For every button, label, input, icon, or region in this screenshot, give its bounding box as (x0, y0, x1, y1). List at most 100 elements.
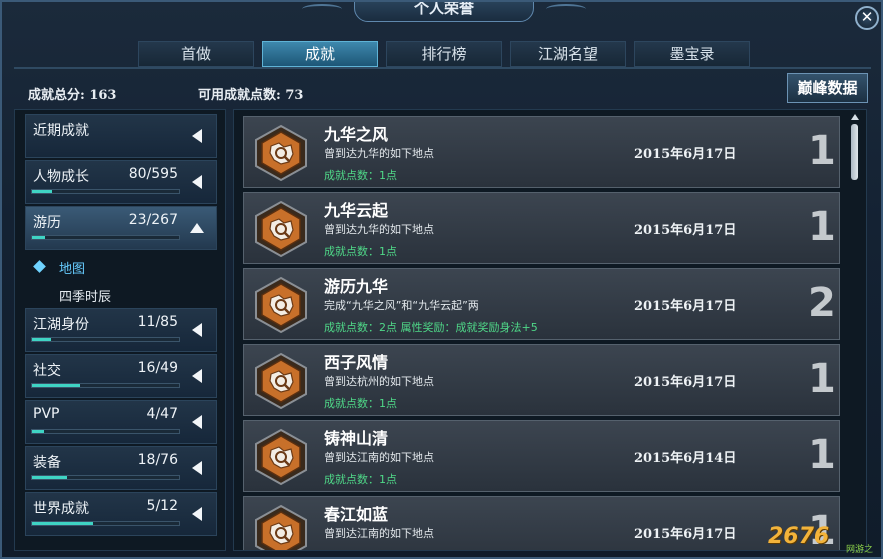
category-label: 装备 (33, 455, 61, 471)
achievement-name: 九华云起 (324, 201, 389, 220)
achievement-row[interactable]: 游历九华 完成“九华之风”和“九华云起”两 成就点数：2点 属性奖励：成就奖励身… (243, 268, 840, 340)
tab-calligraphy[interactable]: 墨宝录 (634, 41, 750, 67)
category-social[interactable]: 社交 16/49 (25, 354, 217, 398)
progress-fill (32, 430, 45, 433)
category-world[interactable]: 世界成就 5/12 (25, 492, 217, 536)
achievement-row[interactable]: 春江如蓝 曾到达江南的如下地点 2015年6月17日 1 (243, 496, 840, 550)
achievement-points: 成就点数：1点 (324, 245, 397, 258)
progress-fill (32, 384, 81, 387)
tab-leaderboard[interactable]: 排行榜 (386, 41, 502, 67)
achievement-points: 成就点数：2点 属性奖励：成就奖励身法+5 (324, 321, 538, 334)
peak-data-button[interactable]: 巅峰数据 (787, 73, 868, 103)
category-label: 社交 (33, 363, 61, 379)
total-score: 成就总分: 163 (28, 88, 117, 103)
achievement-date: 2015年6月17日 (634, 147, 737, 162)
achievement-name: 西子风情 (324, 353, 389, 372)
category-label: 近期成就 (33, 123, 89, 139)
achievement-badge-icon (253, 504, 309, 550)
category-count: 5/12 (146, 498, 178, 514)
achievement-name: 铸神山清 (324, 429, 389, 448)
expand-arrow-icon (192, 129, 202, 143)
achievement-badge-icon (253, 124, 309, 182)
expand-arrow-icon (192, 175, 202, 189)
title-ornament-left (302, 4, 342, 14)
achievement-badge-icon (253, 428, 309, 486)
achievement-date: 2015年6月17日 (634, 299, 737, 314)
achievement-name: 春江如蓝 (324, 505, 389, 524)
list-scrollbar[interactable] (849, 114, 861, 546)
achievement-date: 2015年6月17日 (634, 375, 737, 390)
category-label: 游历 (33, 215, 61, 231)
achievement-badge-icon (253, 276, 309, 334)
achievement-points-numeral: 1 (808, 128, 836, 174)
category-count: 16/49 (137, 360, 178, 376)
tab-achievements[interactable]: 成就 (262, 41, 378, 67)
achievement-desc: 曾到达江南的如下地点 (324, 451, 434, 464)
tab-divider (14, 67, 871, 69)
tab-first-kill[interactable]: 首做 (138, 41, 254, 67)
window-title: 个人荣誉 (354, 2, 534, 22)
selected-diamond-icon (33, 260, 46, 273)
progress-fill (32, 190, 52, 193)
progress-bar (31, 337, 180, 342)
category-count: 18/76 (137, 452, 178, 468)
category-label: PVP (33, 406, 60, 422)
category-recent[interactable]: 近期成就 (25, 114, 217, 158)
progress-bar (31, 383, 180, 388)
subcategory-map[interactable]: 地图 (59, 258, 85, 277)
progress-bar (31, 475, 180, 480)
category-count: 23/267 (128, 212, 178, 228)
achievement-points: 成就点数：1点 (324, 397, 397, 410)
achievement-desc: 曾到达杭州的如下地点 (324, 375, 434, 388)
achievement-points-numeral: 1 (808, 356, 836, 402)
category-sidebar: 近期成就 人物成长 80/595 游历 23/267 地图 四季时辰 江湖身份 … (14, 109, 226, 551)
expand-arrow-icon (192, 369, 202, 383)
achievement-date: 2015年6月17日 (634, 527, 737, 542)
site-watermark-logo: 2676 (768, 524, 830, 549)
achievement-points-numeral: 2 (808, 280, 836, 326)
achievement-points-numeral: 1 (808, 432, 836, 478)
site-watermark-caption: 网游之家 (846, 545, 874, 555)
category-count: 4/47 (146, 406, 178, 422)
achievement-row[interactable]: 西子风情 曾到达杭州的如下地点 成就点数：1点 2015年6月17日 1 (243, 344, 840, 416)
achievement-date: 2015年6月14日 (634, 451, 737, 466)
achievement-desc: 曾到达江南的如下地点 (324, 527, 434, 540)
progress-bar (31, 521, 180, 526)
category-equipment[interactable]: 装备 18/76 (25, 446, 217, 490)
achievement-badge-icon (253, 352, 309, 410)
collapse-arrow-icon (190, 223, 204, 233)
achievement-row[interactable]: 铸神山清 曾到达江南的如下地点 成就点数：1点 2015年6月14日 1 (243, 420, 840, 492)
category-pvp[interactable]: PVP 4/47 (25, 400, 217, 444)
achievement-desc: 曾到达九华的如下地点 (324, 147, 434, 160)
progress-fill (32, 236, 45, 239)
expand-arrow-icon (192, 507, 202, 521)
achievement-points-numeral: 1 (808, 204, 836, 250)
expand-arrow-icon (192, 415, 202, 429)
achievement-points: 成就点数：1点 (324, 473, 397, 486)
category-travel[interactable]: 游历 23/267 (25, 206, 217, 250)
category-growth[interactable]: 人物成长 80/595 (25, 160, 217, 204)
achievement-row[interactable]: 九华云起 曾到达九华的如下地点 成就点数：1点 2015年6月17日 1 (243, 192, 840, 264)
close-button[interactable]: ✕ (855, 6, 879, 30)
achievement-name: 游历九华 (324, 277, 389, 296)
available-points: 可用成就点数: 73 (198, 88, 304, 103)
achievement-name: 九华之风 (324, 125, 389, 144)
progress-fill (32, 476, 67, 479)
achievement-date: 2015年6月17日 (634, 223, 737, 238)
scroll-up-icon[interactable] (851, 114, 859, 120)
scroll-thumb[interactable] (851, 124, 858, 180)
expand-arrow-icon (192, 461, 202, 475)
achievement-list: 九华之风 曾到达九华的如下地点 成就点数：1点 2015年6月17日 1 九华云… (233, 109, 867, 551)
achievement-row[interactable]: 九华之风 曾到达九华的如下地点 成就点数：1点 2015年6月17日 1 (243, 116, 840, 188)
achievement-desc: 完成“九华之风”和“九华云起”两 (324, 299, 479, 312)
category-label: 世界成就 (33, 501, 89, 517)
subcategory-seasons[interactable]: 四季时辰 (59, 286, 111, 305)
achievement-badge-icon (253, 200, 309, 258)
category-count: 11/85 (137, 314, 178, 330)
tab-reputation[interactable]: 江湖名望 (510, 41, 626, 67)
category-identity[interactable]: 江湖身份 11/85 (25, 308, 217, 352)
title-ornament-right (546, 4, 586, 14)
progress-bar (31, 235, 180, 240)
progress-bar (31, 429, 180, 434)
category-label: 江湖身份 (33, 317, 89, 333)
